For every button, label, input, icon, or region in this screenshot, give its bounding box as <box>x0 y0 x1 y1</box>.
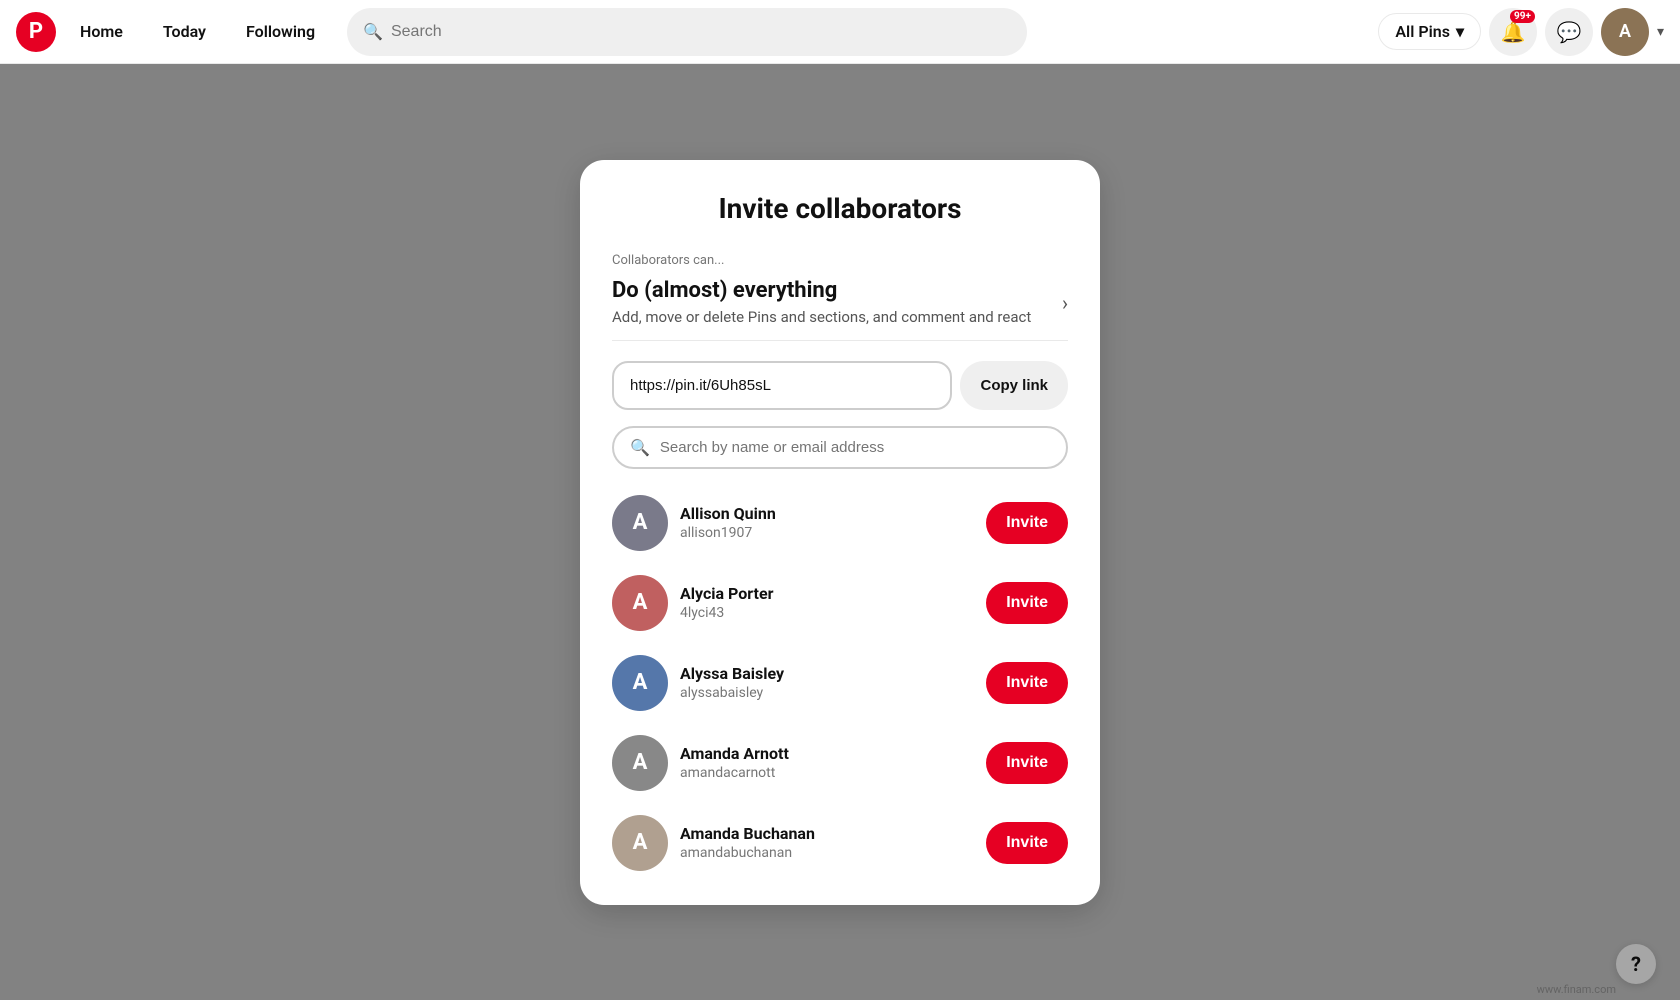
collaborators-can-label: Collaborators can... <box>612 253 1068 268</box>
user-item: A Allison Quinn allison1907 Invite <box>612 485 1068 561</box>
user-handle: allison1907 <box>680 525 974 541</box>
user-avatar: A <box>612 655 668 711</box>
all-pins-label: All Pins <box>1395 22 1450 41</box>
user-avatar: A <box>612 815 668 871</box>
invite-button[interactable]: Invite <box>986 582 1068 624</box>
user-avatar: A <box>612 495 668 551</box>
user-name: Alyssa Baisley <box>680 664 974 683</box>
user-info: Alyssa Baisley alyssabaisley <box>680 664 974 701</box>
modal-overlay: Invite collaborators Collaborators can..… <box>0 64 1680 1000</box>
user-handle: alyssabaisley <box>680 685 974 701</box>
user-name: Alycia Porter <box>680 584 974 603</box>
user-item: A Alyssa Baisley alyssabaisley Invite <box>612 645 1068 721</box>
user-info: Alycia Porter 4lyci43 <box>680 584 974 621</box>
notification-badge: 99+ <box>1510 10 1535 23</box>
chevron-right-icon: › <box>1062 291 1068 315</box>
user-name: Amanda Arnott <box>680 744 974 763</box>
copy-link-button[interactable]: Copy link <box>960 361 1068 410</box>
user-avatar-nav[interactable]: A <box>1601 8 1649 56</box>
user-info: Amanda Buchanan amandabuchanan <box>680 824 974 861</box>
user-avatar: A <box>612 735 668 791</box>
pinterest-logo[interactable]: P <box>16 12 56 52</box>
permission-description: Add, move or delete Pins and sections, a… <box>612 307 1031 328</box>
user-handle: amandabuchanan <box>680 845 974 861</box>
notifications-button[interactable]: 🔔 99+ <box>1489 8 1537 56</box>
bell-icon: 🔔 <box>1501 20 1526 44</box>
nav-search-input[interactable] <box>391 23 1011 41</box>
invite-button[interactable]: Invite <box>986 502 1068 544</box>
invite-collaborators-modal: Invite collaborators Collaborators can..… <box>580 160 1100 905</box>
invite-button[interactable]: Invite <box>986 822 1068 864</box>
user-item: A Alycia Porter 4lyci43 Invite <box>612 565 1068 641</box>
permission-title: Do (almost) everything <box>612 278 1031 303</box>
nav-home[interactable]: Home <box>64 14 139 49</box>
permission-text: Do (almost) everything Add, move or dele… <box>612 278 1031 328</box>
user-info: Amanda Arnott amandacarnott <box>680 744 974 781</box>
user-item: A Amanda Buchanan amandabuchanan Invite <box>612 805 1068 881</box>
user-name: Allison Quinn <box>680 504 974 523</box>
nav-right-section: All Pins ▾ 🔔 99+ 💬 A ▾ <box>1378 8 1664 56</box>
nav-today[interactable]: Today <box>147 14 222 49</box>
user-name: Amanda Buchanan <box>680 824 974 843</box>
user-list: A Allison Quinn allison1907 Invite A Alycia P… <box>612 485 1068 881</box>
search-icon: 🔍 <box>630 438 650 457</box>
chat-icon: 💬 <box>1557 20 1582 44</box>
all-pins-button[interactable]: All Pins ▾ <box>1378 13 1481 50</box>
nav-following[interactable]: Following <box>230 14 331 49</box>
user-item: A Amanda Arnott amandacarnott Invite <box>612 725 1068 801</box>
collaborator-search-input[interactable] <box>660 439 1050 456</box>
chevron-down-icon: ▾ <box>1456 22 1464 41</box>
modal-title: Invite collaborators <box>612 192 1068 225</box>
messages-button[interactable]: 💬 <box>1545 8 1593 56</box>
user-avatar: A <box>612 575 668 631</box>
invite-button[interactable]: Invite <box>986 662 1068 704</box>
user-info: Allison Quinn allison1907 <box>680 504 974 541</box>
link-row: Copy link <box>612 361 1068 410</box>
search-icon: 🔍 <box>363 22 383 41</box>
user-menu-chevron[interactable]: ▾ <box>1657 24 1664 40</box>
top-nav: P Home Today Following 🔍 All Pins ▾ 🔔 99… <box>0 0 1680 64</box>
invite-button[interactable]: Invite <box>986 742 1068 784</box>
user-handle: amandacarnott <box>680 765 974 781</box>
permission-selector[interactable]: Do (almost) everything Add, move or dele… <box>612 274 1068 341</box>
nav-search-bar[interactable]: 🔍 <box>347 8 1027 56</box>
user-handle: 4lyci43 <box>680 605 974 621</box>
search-collaborators-row[interactable]: 🔍 <box>612 426 1068 469</box>
share-link-input[interactable] <box>612 361 952 410</box>
